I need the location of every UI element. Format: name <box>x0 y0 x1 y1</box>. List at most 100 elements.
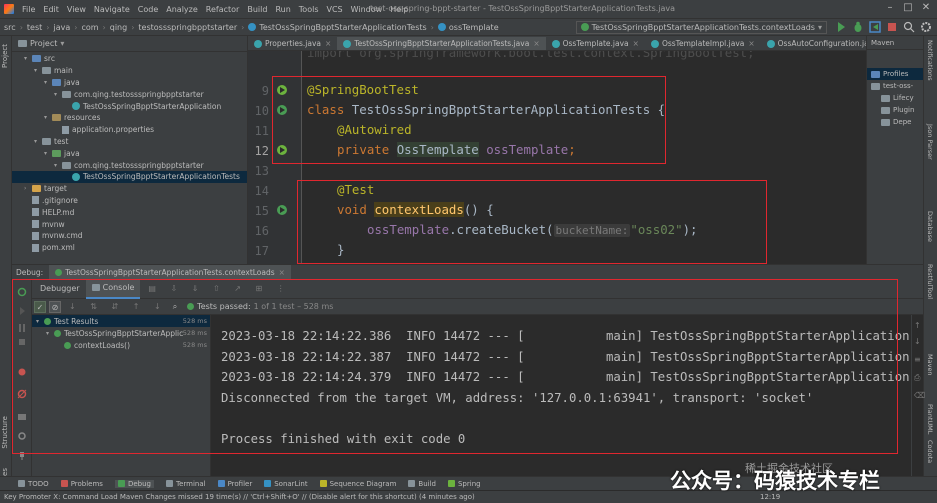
structure-tool-tab[interactable]: Structure <box>1 416 9 449</box>
tree-item[interactable]: ▾ resources <box>12 112 247 124</box>
maximize-icon[interactable]: □ <box>902 2 914 14</box>
right-tool-tab[interactable]: Json Parser <box>926 124 934 160</box>
editor-tab[interactable]: TestOssSpringBpptStarterApplicationTests… <box>337 37 546 50</box>
right-tool-tab[interactable]: Notifications <box>926 40 934 81</box>
menu-item[interactable]: Code <box>138 5 158 14</box>
bottom-tab[interactable]: Terminal <box>165 480 206 488</box>
editor-tab[interactable]: Properties.java × <box>248 36 337 50</box>
expand-open-icon[interactable]: ▾ <box>54 91 60 98</box>
bottom-tab[interactable]: SonarLint <box>264 480 308 488</box>
breadcrumb-item[interactable]: src <box>4 23 16 32</box>
menu-item[interactable]: View <box>67 5 86 14</box>
close-icon[interactable]: × <box>633 39 639 48</box>
run-test-icon[interactable] <box>276 204 288 216</box>
menu-item[interactable]: Navigate <box>94 5 130 14</box>
menu-item[interactable]: VCS <box>327 5 343 14</box>
breadcrumb-item[interactable]: ossTemplate <box>437 23 499 32</box>
maven-item[interactable]: Lifecy <box>867 92 923 104</box>
debug-session-tab[interactable]: TestOssSpringBpptStarterApplicationTests… <box>49 264 291 280</box>
tree-item[interactable]: application.properties <box>12 124 247 136</box>
breadcrumb-item[interactable]: java <box>53 23 70 32</box>
close-icon[interactable]: × <box>748 39 754 48</box>
menu-item[interactable]: Tools <box>299 5 319 14</box>
expand-open-icon[interactable]: ▾ <box>34 67 40 74</box>
tree-item[interactable]: ▾ main <box>12 65 247 77</box>
bottom-tab[interactable]: Profiler <box>217 480 252 488</box>
clear-icon[interactable]: ⌫ <box>914 391 925 400</box>
settings-icon[interactable] <box>919 21 933 33</box>
tree-item[interactable]: pom.xml <box>12 242 247 254</box>
search-icon[interactable] <box>902 21 916 33</box>
expand-open-icon[interactable]: ▾ <box>44 150 50 157</box>
project-tool-tab[interactable]: Project <box>1 44 9 68</box>
tree-item[interactable]: ▾ test <box>12 136 247 148</box>
soft-wrap-icon[interactable]: ≡ <box>914 355 921 364</box>
close-icon[interactable]: × <box>279 268 285 277</box>
bottom-tab[interactable]: Spring <box>447 480 481 488</box>
coverage-icon[interactable] <box>868 21 882 33</box>
tree-item[interactable]: ▾ java <box>12 147 247 159</box>
menu-item[interactable]: File <box>22 5 35 14</box>
stop-icon[interactable] <box>885 21 899 33</box>
run-icon[interactable] <box>834 21 848 33</box>
breadcrumb-item[interactable]: test <box>27 23 42 32</box>
menu-item[interactable]: Run <box>275 5 290 14</box>
chevron-down-icon[interactable]: ▾ <box>60 39 64 48</box>
breadcrumb-item[interactable]: qing <box>110 23 127 32</box>
breadcrumb-item[interactable]: testossspringbpptstarter <box>138 23 237 32</box>
bottom-tab[interactable]: Build <box>408 480 436 488</box>
menu-item[interactable]: Analyze <box>166 5 198 14</box>
expand-open-icon[interactable]: ▾ <box>44 114 50 121</box>
scroll-up-icon[interactable]: ↑ <box>914 321 921 330</box>
menu-item[interactable]: Edit <box>43 5 59 14</box>
bottom-tab[interactable]: Debug <box>114 479 154 488</box>
maven-item[interactable]: Depe <box>867 116 923 128</box>
close-icon[interactable]: ✕ <box>920 2 932 14</box>
tree-item[interactable]: .gitignore <box>12 195 247 207</box>
print-icon[interactable]: ⎙ <box>914 373 920 383</box>
tree-item[interactable]: ▾ src <box>12 53 247 65</box>
tree-item[interactable]: mvnw <box>12 218 247 230</box>
tree-item[interactable]: TestOssSpringBpptStarterApplicationTests <box>12 170 247 183</box>
run-config-selector[interactable]: TestOssSpringBpptStarterApplicationTests… <box>575 20 827 34</box>
tree-item[interactable]: ▾ com.qing.testossspringbpptstarter <box>12 88 247 100</box>
maven-item[interactable]: test-oss- <box>867 80 923 92</box>
editor-tab[interactable]: OssTemplateImpl.java × <box>645 36 761 50</box>
maven-item[interactable]: Profiles <box>867 68 923 80</box>
bottom-tab[interactable]: TODO <box>18 480 49 488</box>
project-title[interactable]: Project <box>30 39 57 48</box>
expand-open-icon[interactable]: ▾ <box>44 79 50 86</box>
scroll-down-icon[interactable]: ↓ <box>914 337 921 346</box>
right-tool-tab[interactable]: Maven <box>926 354 934 376</box>
debug-icon[interactable] <box>851 21 865 33</box>
tree-item[interactable]: TestOssSpringBpptStarterApplication <box>12 100 247 112</box>
code-editor[interactable]: 9 10 11 12 13 14 15 16 17 import org.springframe… <box>248 51 866 264</box>
editor-tab[interactable]: OssTemplate.java × <box>546 36 645 50</box>
menu-item[interactable]: Refactor <box>206 5 240 14</box>
right-tool-tab[interactable]: RestfulTool <box>926 264 934 299</box>
menu-item[interactable]: Build <box>247 5 267 14</box>
breadcrumb-item[interactable]: TestOssSpringBpptStarterApplicationTests <box>248 23 427 32</box>
bottom-tab[interactable]: Problems <box>60 480 103 488</box>
expand-open-icon[interactable]: ▾ <box>54 162 60 169</box>
tree-item[interactable]: HELP.md <box>12 206 247 218</box>
tree-item[interactable]: ▾ java <box>12 77 247 89</box>
minimize-icon[interactable]: – <box>884 2 896 14</box>
tree-item[interactable]: ▾ com.qing.testossspringbpptstarter <box>12 159 247 171</box>
expand-open-icon[interactable]: ▾ <box>34 138 40 145</box>
expand-open-icon[interactable]: ▾ <box>24 55 30 62</box>
bottom-tab[interactable]: Sequence Diagram <box>319 480 396 488</box>
close-icon[interactable]: × <box>325 39 331 48</box>
editor-tab[interactable]: OssAutoConfiguration.java× <box>761 36 866 50</box>
right-tool-tab[interactable]: Database <box>926 211 934 242</box>
close-icon[interactable]: × <box>533 39 539 48</box>
breadcrumb-item[interactable]: com <box>81 23 98 32</box>
status-message[interactable]: Key Promoter X: Command Load Maven Chang… <box>4 493 475 501</box>
right-tool-tab[interactable]: PlantUML <box>926 404 934 434</box>
maven-item[interactable]: Plugin <box>867 104 923 116</box>
tree-item[interactable]: › target <box>12 183 247 195</box>
right-tool-tab[interactable]: Codota <box>926 440 934 463</box>
bottom-tab-label: Build <box>418 479 436 488</box>
expand-closed-icon[interactable]: › <box>24 185 30 192</box>
tree-item[interactable]: mvnw.cmd <box>12 230 247 242</box>
